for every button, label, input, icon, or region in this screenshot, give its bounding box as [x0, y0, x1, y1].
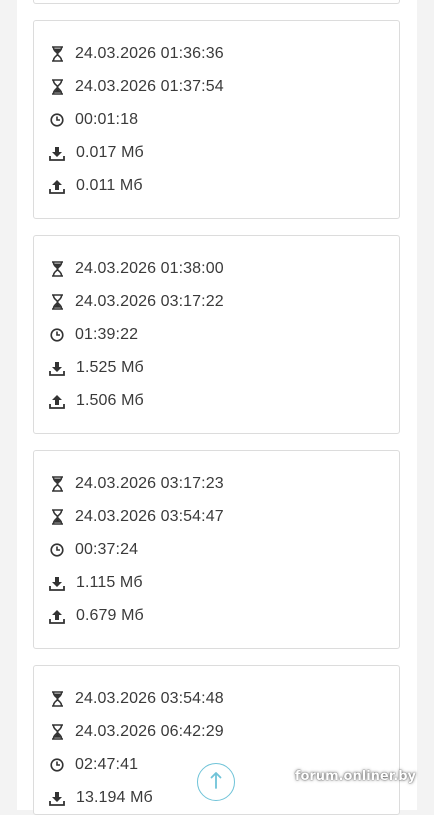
session-download-size: 0.017 Мб — [76, 144, 144, 161]
clock-icon — [49, 757, 65, 773]
session-duration-row: 02:47:41 — [49, 754, 138, 776]
hourglass-end-icon — [49, 724, 65, 740]
hourglass-start-icon — [49, 476, 65, 492]
session-end-row: 24.03.2026 06:42:29 — [49, 721, 224, 743]
session-upload-size: 0.679 Мб — [76, 607, 144, 624]
session-end-row: 24.03.2026 03:54:47 — [49, 506, 224, 528]
session-download-size: 13.194 Мб — [76, 789, 153, 806]
hourglass-end-icon — [49, 509, 65, 525]
session-upload-size: 1.506 Мб — [76, 392, 144, 409]
session-end-time: 24.03.2026 03:54:47 — [75, 508, 224, 525]
session-start-time: 24.03.2026 01:38:00 — [75, 260, 224, 277]
session-duration-row: 00:37:24 — [49, 539, 138, 561]
scroll-to-top-button[interactable] — [197, 763, 235, 801]
session-start-row: 24.03.2026 01:38:00 — [49, 258, 224, 280]
previous-session-card — [33, 0, 400, 4]
session-end-row: 24.03.2026 03:17:22 — [49, 291, 224, 313]
watermark: forum.onliner.by — [294, 769, 416, 784]
hourglass-start-icon — [49, 261, 65, 277]
session-duration-row: 00:01:18 — [49, 109, 138, 131]
clock-icon — [49, 327, 65, 343]
arrow-up-icon — [210, 771, 222, 794]
download-icon — [49, 575, 65, 591]
session-start-time: 24.03.2026 03:54:48 — [75, 690, 224, 707]
session-end-time: 24.03.2026 01:37:54 — [75, 78, 224, 95]
session-end-time: 24.03.2026 03:17:22 — [75, 293, 224, 310]
hourglass-start-icon — [49, 691, 65, 707]
upload-icon — [49, 608, 65, 624]
download-icon — [49, 360, 65, 376]
session-download-row: 1.525 Мб — [49, 357, 144, 379]
hourglass-start-icon — [49, 46, 65, 62]
session-start-time: 24.03.2026 01:36:36 — [75, 45, 224, 62]
session-duration: 00:37:24 — [75, 541, 139, 558]
session-card: 24.03.2026 01:36:36 24.03.2026 01:37:54 … — [33, 20, 400, 219]
session-duration-row: 01:39:22 — [49, 324, 138, 346]
download-icon — [49, 145, 65, 161]
clock-icon — [49, 112, 65, 128]
session-end-time: 24.03.2026 06:42:29 — [75, 723, 224, 740]
session-download-row: 0.017 Мб — [49, 142, 144, 164]
session-start-row: 24.03.2026 01:36:36 — [49, 43, 224, 65]
upload-icon — [49, 178, 65, 194]
clock-icon — [49, 542, 65, 558]
hourglass-end-icon — [49, 294, 65, 310]
session-upload-row: 0.679 Мб — [49, 605, 144, 627]
session-start-row: 24.03.2026 03:17:23 — [49, 473, 224, 495]
session-download-size: 1.115 Мб — [76, 574, 143, 591]
download-icon — [49, 790, 65, 806]
session-card: 24.03.2026 03:17:23 24.03.2026 03:54:47 … — [33, 450, 400, 649]
session-upload-size: 0.011 Мб — [76, 177, 143, 194]
session-download-row: 13.194 Мб — [49, 787, 153, 809]
hourglass-end-icon — [49, 79, 65, 95]
session-download-row: 1.115 Мб — [49, 572, 143, 594]
session-upload-row: 1.506 Мб — [49, 390, 144, 412]
session-end-row: 24.03.2026 01:37:54 — [49, 76, 224, 98]
upload-icon — [49, 393, 65, 409]
session-card: 24.03.2026 01:38:00 24.03.2026 03:17:22 … — [33, 235, 400, 434]
session-duration: 02:47:41 — [75, 756, 139, 773]
session-duration: 01:39:22 — [75, 326, 139, 343]
session-start-row: 24.03.2026 03:54:48 — [49, 688, 224, 710]
session-download-size: 1.525 Мб — [76, 359, 144, 376]
session-duration: 00:01:18 — [75, 111, 139, 128]
session-start-time: 24.03.2026 03:17:23 — [75, 475, 224, 492]
session-upload-row: 0.011 Мб — [49, 175, 143, 197]
